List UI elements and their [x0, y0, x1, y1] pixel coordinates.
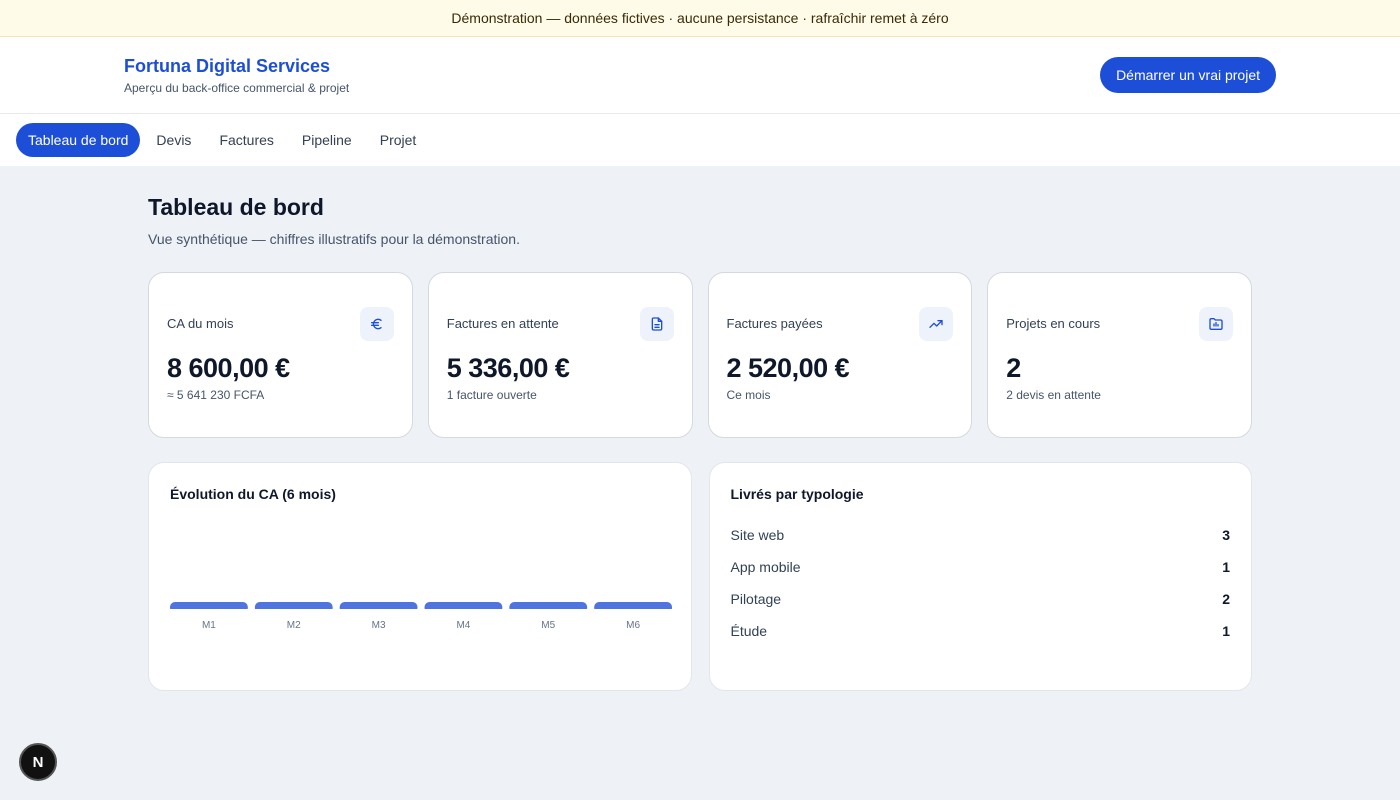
kpi-label: CA du mois [167, 316, 234, 331]
kpi-value: 2 [1006, 353, 1021, 383]
typology-count: 2 [1222, 591, 1230, 607]
tab-project[interactable]: Projet [368, 123, 429, 157]
tab-invoices[interactable]: Factures [207, 123, 285, 157]
typology-label: Étude [730, 623, 768, 639]
chart-bar-base-mask [338, 609, 419, 615]
brand-subtitle: Aperçu du back-office commercial & proje… [124, 80, 350, 95]
list-item: Étude 1 [731, 615, 1231, 647]
panels-row: Évolution du CA (6 mois) M1 M2 M3 M4 M5 M6 Li… [148, 462, 1252, 691]
tab-pipeline[interactable]: Pipeline [290, 123, 364, 157]
trending-up-icon [919, 307, 954, 341]
chart-tick-label: M4 [456, 620, 470, 631]
kpi-row: CA du mois 8 600,00 € ≈ 5 641 230 FCFA F… [148, 272, 1252, 438]
typology-list: Site web 3 App mobile 1 Pilotage 2 Étude… [731, 519, 1231, 647]
kpi-card-active-projects: Projets en cours 2 2 devis en attente [987, 272, 1252, 438]
typology-label: Pilotage [730, 591, 782, 607]
chart-bar-base-mask [170, 609, 249, 615]
euro-icon [359, 307, 394, 341]
revenue-bar-chart: M1 M2 M3 M4 M5 M6 [170, 602, 672, 631]
brand: Fortuna Digital Services Aperçu du back-… [124, 56, 349, 95]
brand-title[interactable]: Fortuna Digital Services [124, 56, 349, 77]
main-nav: Tableau de bord Devis Factures Pipeline … [0, 114, 1400, 166]
typology-label: App mobile [730, 559, 801, 575]
revenue-chart-title: Évolution du CA (6 mois) [170, 486, 336, 502]
list-item: App mobile 1 [731, 551, 1231, 583]
tab-dashboard[interactable]: Tableau de bord [16, 123, 141, 157]
start-project-button[interactable]: Démarrer un vrai projet [1100, 57, 1276, 93]
chart-tick-label: M5 [541, 620, 555, 631]
typology-panel: Livrés par typologie Site web 3 App mobi… [708, 462, 1252, 691]
kpi-value: 8 600,00 € [167, 353, 290, 383]
main-content: Tableau de bord Vue synthétique — chiffr… [0, 166, 1400, 691]
list-item: Pilotage 2 [731, 583, 1231, 615]
kpi-note: 2 devis en attente [1006, 388, 1101, 402]
typology-count: 1 [1222, 623, 1230, 639]
kpi-label: Projets en cours [1006, 316, 1101, 331]
chart-bar-base-mask [253, 609, 334, 615]
document-icon [639, 307, 674, 341]
kpi-note: 1 facture ouverte [446, 388, 537, 402]
chart-tick-label: M3 [372, 620, 386, 631]
demo-banner-text: Démonstration — données fictives · aucun… [451, 10, 949, 26]
kpi-value: 2 520,00 € [726, 353, 850, 383]
revenue-chart-panel: Évolution du CA (6 mois) M1 M2 M3 M4 M5 M6 [148, 462, 692, 691]
chart-tick-label: M2 [287, 620, 301, 631]
framework-badge[interactable]: N [19, 743, 57, 781]
chart-tick-label: M6 [626, 620, 640, 631]
kpi-label: Factures payées [726, 316, 823, 331]
list-item: Site web 3 [731, 519, 1231, 551]
kpi-label: Factures en attente [446, 316, 559, 331]
typology-title: Livrés par typologie [730, 486, 864, 502]
chart-bar-base-mask [423, 609, 504, 615]
tab-quotes[interactable]: Devis [144, 123, 203, 157]
chart-bar-base-mask [508, 609, 589, 615]
kpi-card-revenue: CA du mois 8 600,00 € ≈ 5 641 230 FCFA [148, 272, 413, 438]
kpi-card-pending-invoices: Factures en attente 5 336,00 € 1 facture… [427, 272, 693, 438]
demo-banner: Démonstration — données fictives · aucun… [0, 0, 1400, 37]
framework-badge-letter: N [32, 753, 44, 771]
typology-count: 1 [1222, 559, 1230, 575]
kpi-note: Ce mois [726, 388, 771, 402]
page-subtitle: Vue synthétique — chiffres illustratifs … [148, 231, 520, 247]
kpi-card-paid-invoices: Factures payées 2 520,00 € Ce mois [707, 272, 973, 438]
page-title: Tableau de bord [148, 194, 324, 220]
kpi-value: 5 336,00 € [446, 353, 570, 383]
typology-count: 3 [1222, 527, 1230, 543]
app-header: Fortuna Digital Services Aperçu du back-… [0, 37, 1400, 114]
chart-bar-base-mask [593, 609, 672, 615]
chart-tick-label: M1 [202, 620, 216, 631]
kpi-note: ≈ 5 641 230 FCFA [167, 388, 265, 402]
folder-chart-icon [1199, 307, 1233, 341]
typology-label: Site web [730, 527, 785, 543]
